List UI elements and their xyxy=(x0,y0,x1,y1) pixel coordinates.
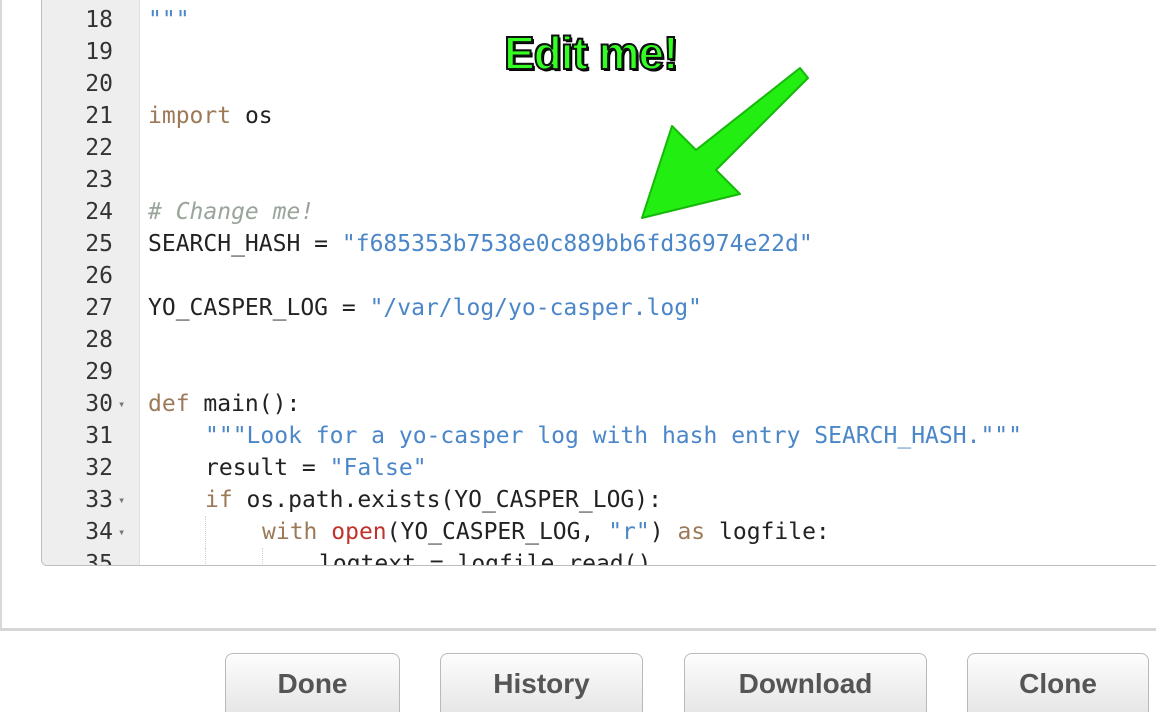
dialog-border xyxy=(0,0,2,712)
code-token: def xyxy=(148,391,190,417)
fold-toggle-icon[interactable]: ▾ xyxy=(118,516,125,548)
code-token: """Look for a yo-casper log with hash en… xyxy=(205,423,1022,449)
code-line[interactable]: 32 result = "False" xyxy=(42,452,1156,484)
code-text: if os.path.exists(YO_CASPER_LOG): xyxy=(205,484,662,516)
code-line[interactable]: 34 ▾ with open(YO_CASPER_LOG, "r") as logf… xyxy=(42,516,1156,548)
code-token: main(): xyxy=(189,391,301,417)
editor-dialog: 18 """ 19 20 21 import os 22 23 24 # Change me! 25… xyxy=(0,0,1156,712)
line-number: 34 xyxy=(85,519,113,545)
code-token: YO_CASPER_LOG = xyxy=(148,295,370,321)
line-number: 18 xyxy=(85,7,113,33)
code-token: "f685353b7538e0c889bb6fd36974e22d" xyxy=(341,231,813,257)
code-line[interactable]: 24 # Change me! xyxy=(42,196,1156,228)
code-text: SEARCH_HASH = "f685353b7538e0c889bb6fd36… xyxy=(148,228,813,260)
code-token: open xyxy=(331,519,387,545)
code-line[interactable]: 21 import os xyxy=(42,100,1156,132)
done-button[interactable]: Done xyxy=(225,653,400,712)
code-token: (YO_CASPER_LOG, xyxy=(386,519,609,545)
code-token: as xyxy=(677,519,706,545)
line-number: 25 xyxy=(85,231,113,257)
dialog-footer: Done History Download Clone xyxy=(0,631,1156,712)
code-line[interactable]: 35 logtext = logfile.read() xyxy=(42,548,1156,566)
line-number: 31 xyxy=(85,423,113,449)
code-line[interactable]: 33 ▾ if os.path.exists(YO_CASPER_LOG): xyxy=(42,484,1156,516)
code-line[interactable]: 25 SEARCH_HASH = "f685353b7538e0c889bb6fd… xyxy=(42,228,1156,260)
code-token: # Change me! xyxy=(148,199,315,225)
indent-guide xyxy=(262,548,263,565)
line-number: 26 xyxy=(85,263,113,289)
code-text: with open(YO_CASPER_LOG, "r") as logfile… xyxy=(262,516,830,548)
line-number: 28 xyxy=(85,327,113,353)
fold-toggle-icon[interactable]: ▾ xyxy=(118,484,125,516)
code-text: def main(): xyxy=(148,388,300,420)
code-token: os xyxy=(231,103,273,129)
download-button[interactable]: Download xyxy=(684,653,927,712)
code-text: """ xyxy=(148,4,190,36)
line-number: 29 xyxy=(85,359,113,385)
code-text: """Look for a yo-casper log with hash en… xyxy=(205,420,1022,452)
code-token: ) xyxy=(649,519,678,545)
code-token: logtext = logfile.read() xyxy=(319,551,652,566)
code-token: import xyxy=(148,103,232,129)
code-text: YO_CASPER_LOG = "/var/log/yo-casper.log" xyxy=(148,292,702,324)
code-token: "r" xyxy=(608,519,650,545)
line-number: 33 xyxy=(85,487,113,513)
line-number: 19 xyxy=(85,39,113,65)
indent-guide xyxy=(205,516,206,548)
indent-guide xyxy=(205,548,206,565)
code-text: import os xyxy=(148,100,273,132)
line-number: 22 xyxy=(85,135,113,161)
line-number: 23 xyxy=(85,167,113,193)
code-token: os.path.exists(YO_CASPER_LOG): xyxy=(232,487,662,513)
code-line[interactable]: 22 xyxy=(42,132,1156,164)
line-number: 30 xyxy=(85,391,113,417)
code-token: result = xyxy=(205,455,330,481)
code-text: result = "False" xyxy=(205,452,427,484)
code-token: """ xyxy=(148,7,190,33)
code-token: SEARCH_HASH = xyxy=(148,231,342,257)
code-token: "/var/log/yo-casper.log" xyxy=(369,295,702,321)
code-line[interactable]: 28 xyxy=(42,324,1156,356)
line-number: 32 xyxy=(85,455,113,481)
code-line[interactable]: 31 """Look for a yo-casper log with hash … xyxy=(42,420,1156,452)
code-editor[interactable]: 18 """ 19 20 21 import os 22 23 24 # Change me! 25… xyxy=(41,0,1156,566)
arrow-icon xyxy=(641,67,809,219)
code-token: with xyxy=(262,519,318,545)
line-number: 20 xyxy=(85,71,113,97)
code-text: # Change me! xyxy=(148,196,314,228)
code-token: "False" xyxy=(329,455,427,481)
code-token: logfile: xyxy=(705,519,830,545)
code-line[interactable]: 26 xyxy=(42,260,1156,292)
fold-toggle-icon[interactable]: ▾ xyxy=(118,388,125,420)
line-number: 27 xyxy=(85,295,113,321)
code-line[interactable]: 27 YO_CASPER_LOG = "/var/log/yo-casper.lo… xyxy=(42,292,1156,324)
code-line[interactable]: 30 ▾ def main(): xyxy=(42,388,1156,420)
code-line[interactable]: 29 xyxy=(42,356,1156,388)
code-text: logtext = logfile.read() xyxy=(319,548,652,566)
history-button[interactable]: History xyxy=(440,653,643,712)
line-number: 24 xyxy=(85,199,113,225)
line-number: 35 xyxy=(85,551,113,566)
line-number: 21 xyxy=(85,103,113,129)
clone-button[interactable]: Clone xyxy=(967,653,1149,712)
code-line[interactable]: 23 xyxy=(42,164,1156,196)
code-token: if xyxy=(205,487,233,513)
